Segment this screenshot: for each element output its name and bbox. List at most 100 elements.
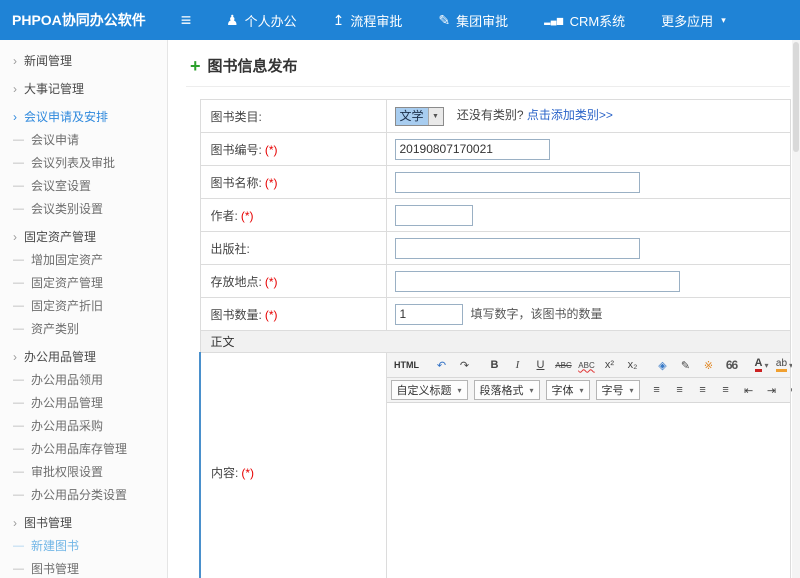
form-row-location: 存放地点:(*) <box>200 265 791 298</box>
sidebar-item-supplies-stock[interactable]: —办公用品库存管理 <box>0 437 167 460</box>
font-color-glyph: A <box>755 358 763 372</box>
nav-process-approval[interactable]: ↥ 流程审批 <box>333 11 403 30</box>
superscript-button[interactable]: x² <box>599 355 621 375</box>
sidebar-item-label: 新闻管理 <box>24 52 72 69</box>
sidebar-item-asset-category[interactable]: —资产类别 <box>0 317 167 340</box>
user-icon: ♟ <box>226 12 239 29</box>
dash-icon: — <box>13 180 24 192</box>
sidebar-item-book-manage[interactable]: —图书管理 <box>0 557 167 578</box>
subscript-button[interactable]: x₂ <box>622 355 644 375</box>
form-row-book-no: 图书编号:(*) <box>200 133 791 166</box>
spellcheck-button[interactable]: ABC <box>576 355 598 375</box>
sidebar-item-meeting-room[interactable]: —会议室设置 <box>0 174 167 197</box>
redo-button[interactable]: ↷ <box>454 355 476 375</box>
dash-icon: — <box>13 540 24 552</box>
category-select[interactable]: 文学▼ <box>395 107 444 126</box>
main-content: + 图书信息发布 图书类目: 文学▼ 还没有类别? 点击添加类别>> 图书编号:… <box>168 40 800 578</box>
dash-icon: — <box>13 443 24 455</box>
sidebar-item-label: 会议申请及安排 <box>24 108 108 125</box>
nav-label: 个人办公 <box>245 11 297 30</box>
dash-icon: — <box>13 563 24 575</box>
select-label: 自定义标题 <box>397 382 452 398</box>
blockquote-button[interactable]: 66 <box>721 355 743 375</box>
format-painter-button[interactable]: ✎ <box>675 355 697 375</box>
chevron-right-icon: › <box>13 350 17 364</box>
author-input[interactable] <box>395 205 473 226</box>
book-no-input[interactable] <box>395 139 550 160</box>
bold-button[interactable]: B <box>484 355 506 375</box>
sidebar-item-supplies-manage[interactable]: —办公用品管理 <box>0 391 167 414</box>
italic-button[interactable]: I <box>507 355 529 375</box>
required-mark: (*) <box>265 176 278 190</box>
required-mark: (*) <box>241 209 254 223</box>
custom-title-select[interactable]: 自定义标题 ▾ <box>391 380 468 400</box>
field-label: 图书数量: <box>211 308 262 322</box>
book-name-input[interactable] <box>395 172 640 193</box>
upload-icon: ↥ <box>333 12 345 29</box>
align-justify-button[interactable]: ≡ <box>715 380 737 400</box>
sidebar-item-fixed-assets[interactable]: ›固定资产管理 <box>0 225 167 248</box>
editor-content-area[interactable] <box>387 403 791 578</box>
dash-icon: — <box>13 374 24 386</box>
sidebar-item-memorabilia[interactable]: ›大事记管理 <box>0 77 167 100</box>
publisher-input[interactable] <box>395 238 640 259</box>
font-color-button[interactable]: A▾ <box>751 355 773 375</box>
font-family-select[interactable]: 字体▾ <box>546 380 590 400</box>
undo-button[interactable]: ↶ <box>431 355 453 375</box>
add-category-link[interactable]: 点击添加类别>> <box>527 108 613 122</box>
nav-more-apps[interactable]: 更多应用▾ <box>661 11 726 30</box>
dash-icon: — <box>13 277 24 289</box>
nav-label: 流程审批 <box>350 11 402 30</box>
scrollbar-thumb[interactable] <box>793 42 799 152</box>
form-row-author: 作者:(*) <box>200 199 791 232</box>
paragraph-format-select[interactable]: 段落格式▾ <box>474 380 540 400</box>
quantity-input[interactable] <box>395 304 463 325</box>
indent-button[interactable]: ⇥ <box>761 380 783 400</box>
sidebar-item-asset-manage[interactable]: —固定资产管理 <box>0 271 167 294</box>
sidebar-item-label: 办公用品管理 <box>31 394 103 411</box>
sidebar-item-supplies-purchase[interactable]: —办公用品采购 <box>0 414 167 437</box>
form-row-quantity: 图书数量:(*) 填写数字，该图书的数量 <box>200 298 791 331</box>
sidebar-item-supplies-claim[interactable]: —办公用品领用 <box>0 368 167 391</box>
nav-group-approval[interactable]: ✎集团审批 <box>438 11 508 30</box>
chevron-down-icon: ▾ <box>458 386 462 395</box>
top-nav: ♟ 个人办公 ↥ 流程审批 ✎集团审批 ▂▄▆CRM系统 更多应用▾ <box>226 11 726 30</box>
sidebar-item-meeting-list[interactable]: —会议列表及审批 <box>0 151 167 174</box>
sidebar-item-supplies-category[interactable]: —办公用品分类设置 <box>0 483 167 506</box>
nav-crm-system[interactable]: ▂▄▆CRM系统 <box>544 11 625 30</box>
sidebar-item-news[interactable]: ›新闻管理 <box>0 49 167 72</box>
sidebar-item-label: 图书管理 <box>24 514 72 531</box>
sidebar-item-asset-depreciation[interactable]: —固定资产折旧 <box>0 294 167 317</box>
sidebar-item-meeting[interactable]: ›会议申请及安排 <box>0 105 167 128</box>
vertical-scrollbar[interactable] <box>792 40 800 578</box>
sidebar-item-meeting-apply[interactable]: —会议申请 <box>0 128 167 151</box>
strikethrough-button[interactable]: ABC <box>553 355 575 375</box>
chevron-right-icon: › <box>13 516 17 530</box>
align-right-button[interactable]: ≡ <box>692 380 714 400</box>
align-left-button[interactable]: ≡ <box>646 380 668 400</box>
chevron-down-icon: ▾ <box>580 386 584 395</box>
outdent-button[interactable]: ⇤ <box>738 380 760 400</box>
editor-toolbar-row2: 自定义标题▾ 段落格式▾ 字体▾ 字号▾ ≡ ≡ ≡ ≡ ⇤ ⇥ ∞ <box>387 378 791 403</box>
align-center-button[interactable]: ≡ <box>669 380 691 400</box>
clean-button[interactable]: ※ <box>698 355 720 375</box>
sidebar-item-office-supplies[interactable]: ›办公用品管理 <box>0 345 167 368</box>
menu-toggle-icon[interactable]: ≡ <box>168 10 204 31</box>
sidebar-item-books[interactable]: › 图书管理 <box>0 511 167 534</box>
required-mark: (*) <box>265 275 278 289</box>
eraser-button[interactable]: ◈ <box>652 355 674 375</box>
nav-label: 更多应用 <box>661 11 713 30</box>
underline-button[interactable]: U <box>530 355 552 375</box>
html-source-button[interactable]: HTML <box>391 355 423 375</box>
sidebar-item-new-book[interactable]: —新建图书 <box>0 534 167 557</box>
location-input[interactable] <box>395 271 680 292</box>
sidebar-item-add-asset[interactable]: —增加固定资产 <box>0 248 167 271</box>
sidebar-item-meeting-category[interactable]: —会议类别设置 <box>0 197 167 220</box>
required-mark: (*) <box>265 308 278 322</box>
sidebar-item-approval-permission[interactable]: —审批权限设置 <box>0 460 167 483</box>
sidebar-item-label: 大事记管理 <box>24 80 84 97</box>
sidebar-item-label: 会议类别设置 <box>31 200 103 217</box>
form-section-body: 正文 <box>200 331 791 353</box>
font-size-select[interactable]: 字号▾ <box>596 380 640 400</box>
nav-personal-office[interactable]: ♟ 个人办公 <box>226 11 297 30</box>
